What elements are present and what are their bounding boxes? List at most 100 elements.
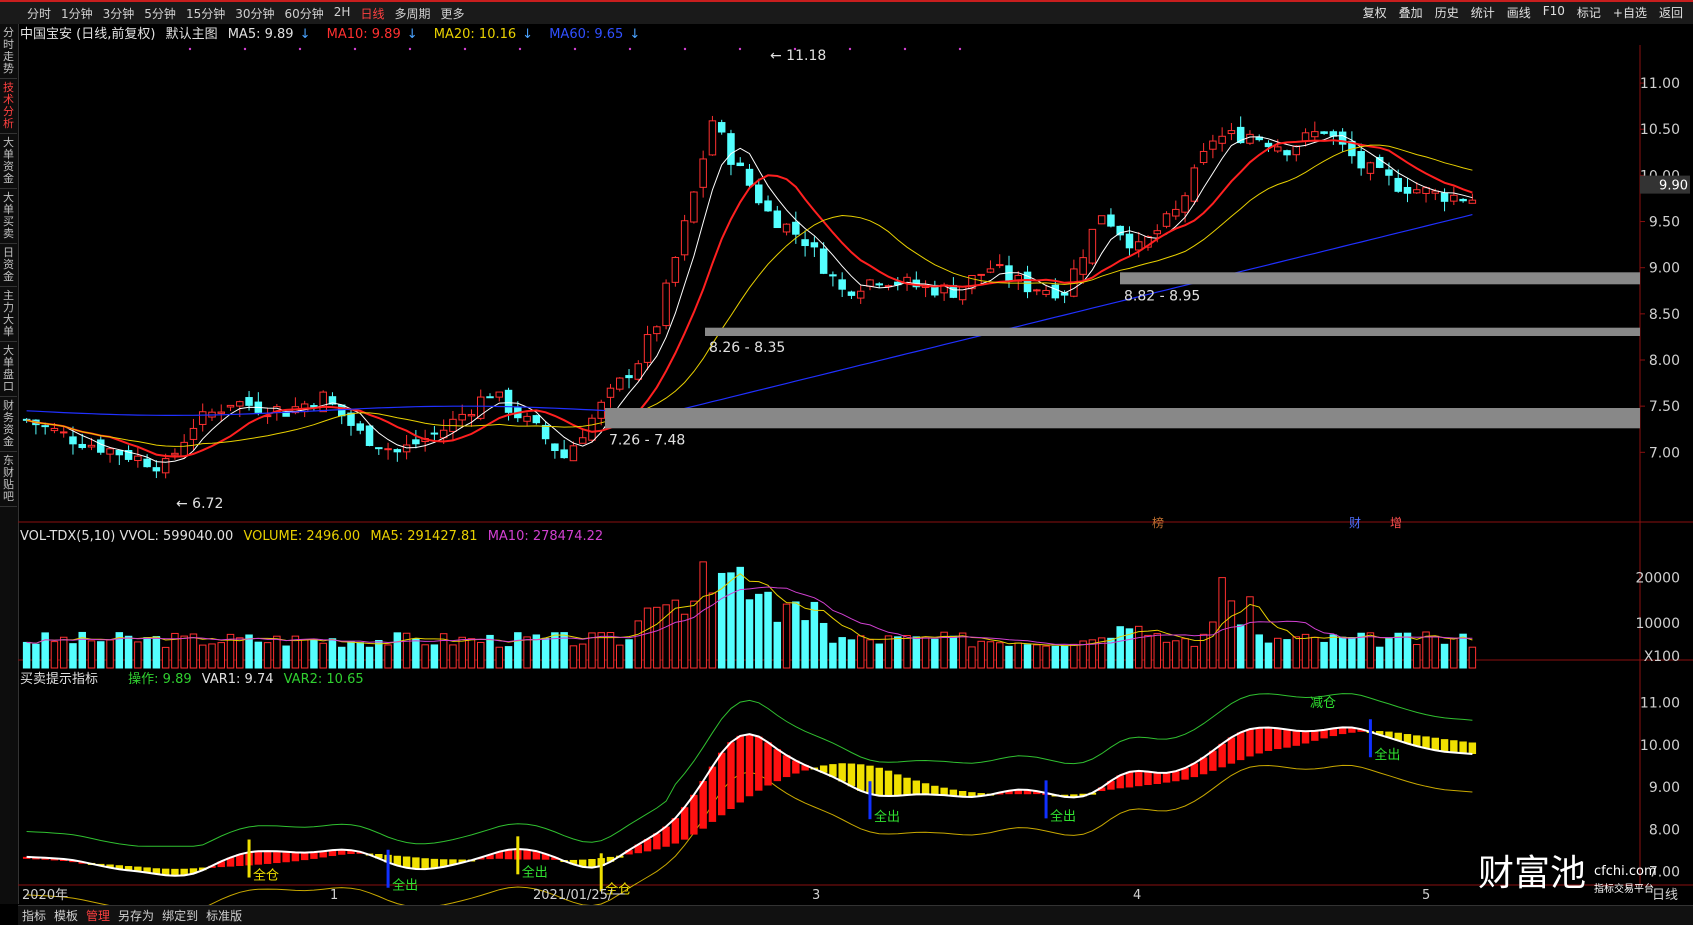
candle-body	[319, 391, 327, 413]
volume-bar	[1468, 646, 1477, 669]
volume-bar	[958, 632, 967, 669]
candle-body	[986, 268, 995, 273]
candle-body	[393, 449, 402, 453]
indicator-bar	[1440, 739, 1449, 752]
indicator-bar	[421, 858, 429, 870]
bottom-btn-1[interactable]: 模板	[50, 907, 82, 924]
volume-bar	[1033, 644, 1041, 669]
candle-body	[1450, 194, 1458, 202]
candle-body	[1033, 289, 1041, 292]
volume-bar	[903, 635, 911, 669]
volume-bar	[1329, 634, 1338, 669]
vol-volume: VOLUME: 2496.00	[243, 529, 361, 544]
volume-bar	[1070, 643, 1078, 669]
candle-body	[458, 413, 466, 421]
kline-chart[interactable]: 11.00 10.50 10.00 9.50 9.00 8.50 8.00 7.50 7.00 9…	[0, 0, 1693, 924]
indicator-bar	[717, 752, 726, 816]
indicator-bar	[402, 856, 411, 868]
candle-body	[1283, 150, 1291, 156]
candle-body	[1162, 213, 1171, 227]
indicator-bar	[273, 851, 281, 864]
candle-body	[708, 120, 717, 156]
candle-body	[1320, 131, 1328, 134]
bottom-btn-4[interactable]: 绑定到	[158, 907, 202, 924]
indicator-bar	[1311, 730, 1319, 741]
candle-body	[504, 389, 513, 413]
xaxis-label-1: 1	[330, 888, 338, 903]
candle-body	[541, 424, 550, 440]
candle-body	[717, 122, 726, 133]
signal-label-1: 全出	[392, 878, 418, 894]
candle-body	[1264, 142, 1273, 148]
volume-bar	[273, 635, 281, 669]
price-tick-label: 9.50	[1649, 215, 1680, 231]
candle-body	[1042, 289, 1050, 295]
candle-body	[1301, 132, 1310, 142]
volume-bar	[106, 639, 114, 669]
volume-bar	[22, 641, 31, 669]
volume-bar	[1440, 643, 1449, 669]
zone-label-0: 8.82 - 8.95	[1124, 288, 1200, 304]
volume-bar	[1042, 645, 1050, 669]
volume-bar	[1274, 637, 1282, 669]
reduce-label: 减仓	[1310, 696, 1336, 711]
volume-bar	[1116, 626, 1124, 669]
candle-body	[1459, 198, 1467, 202]
volume-bar	[412, 638, 420, 669]
indicator-bar	[940, 787, 948, 796]
candle-body	[402, 444, 411, 453]
volume-bar	[884, 635, 893, 669]
volume-bar	[634, 620, 643, 669]
candle-body	[680, 220, 689, 256]
candle-body	[1097, 215, 1106, 225]
volume-bar	[319, 642, 327, 669]
volume-bar	[931, 638, 939, 669]
candle-body	[801, 239, 809, 247]
price-tick-label: 10.50	[1640, 122, 1680, 138]
bottom-btn-2[interactable]: 管理	[82, 907, 114, 924]
indicator-bar	[1236, 732, 1245, 761]
indicator-bar	[1468, 742, 1477, 754]
indicator-bar	[857, 764, 865, 791]
candle-body	[236, 401, 244, 407]
volume-bar	[523, 636, 531, 669]
candle-body	[1125, 233, 1134, 249]
indicator-bar	[1218, 743, 1226, 768]
volume-bar	[1246, 596, 1254, 669]
indicator-bar	[764, 742, 772, 786]
volume-bar	[263, 642, 272, 669]
volume-bar	[495, 646, 504, 669]
volume-legend: VOL-TDX(5,10) VVOL: 599040.00 VOLUME: 24…	[20, 529, 609, 544]
bottom-btn-3[interactable]: 另存为	[114, 907, 158, 924]
candle-body	[1246, 133, 1254, 144]
volume-bar	[189, 633, 198, 669]
indicator-bar	[1135, 770, 1143, 787]
volume-bar	[1144, 634, 1152, 669]
volume-bar	[1051, 645, 1060, 669]
bottom-btn-5[interactable]: 标准版	[202, 907, 246, 924]
candle-body	[1153, 230, 1162, 235]
indicator-bar	[931, 785, 939, 795]
volume-bar	[782, 603, 791, 669]
indicator-bar	[1431, 737, 1440, 751]
candle-body	[495, 391, 504, 398]
top-dot	[353, 47, 357, 51]
candle-body	[616, 377, 624, 390]
price-tick-label: 8.00	[1649, 353, 1680, 369]
candle-body	[1209, 140, 1217, 150]
volume-bar	[430, 644, 439, 669]
volume-bar	[245, 634, 253, 669]
indicator-bar	[1274, 728, 1282, 750]
bottom-btn-0[interactable]: 指标	[18, 907, 50, 924]
price-tick-label: 7.00	[1649, 445, 1680, 461]
indicator-bar	[903, 777, 911, 795]
volume-bar	[161, 646, 170, 669]
candle-body	[97, 439, 105, 453]
event-marker-2: 增	[1390, 516, 1402, 530]
candle-body	[69, 436, 77, 445]
candle-body	[412, 439, 420, 445]
indicator-bar	[523, 849, 531, 860]
indicator-bar	[838, 763, 846, 782]
volume-bar	[1348, 637, 1356, 669]
volume-bar	[514, 632, 522, 669]
